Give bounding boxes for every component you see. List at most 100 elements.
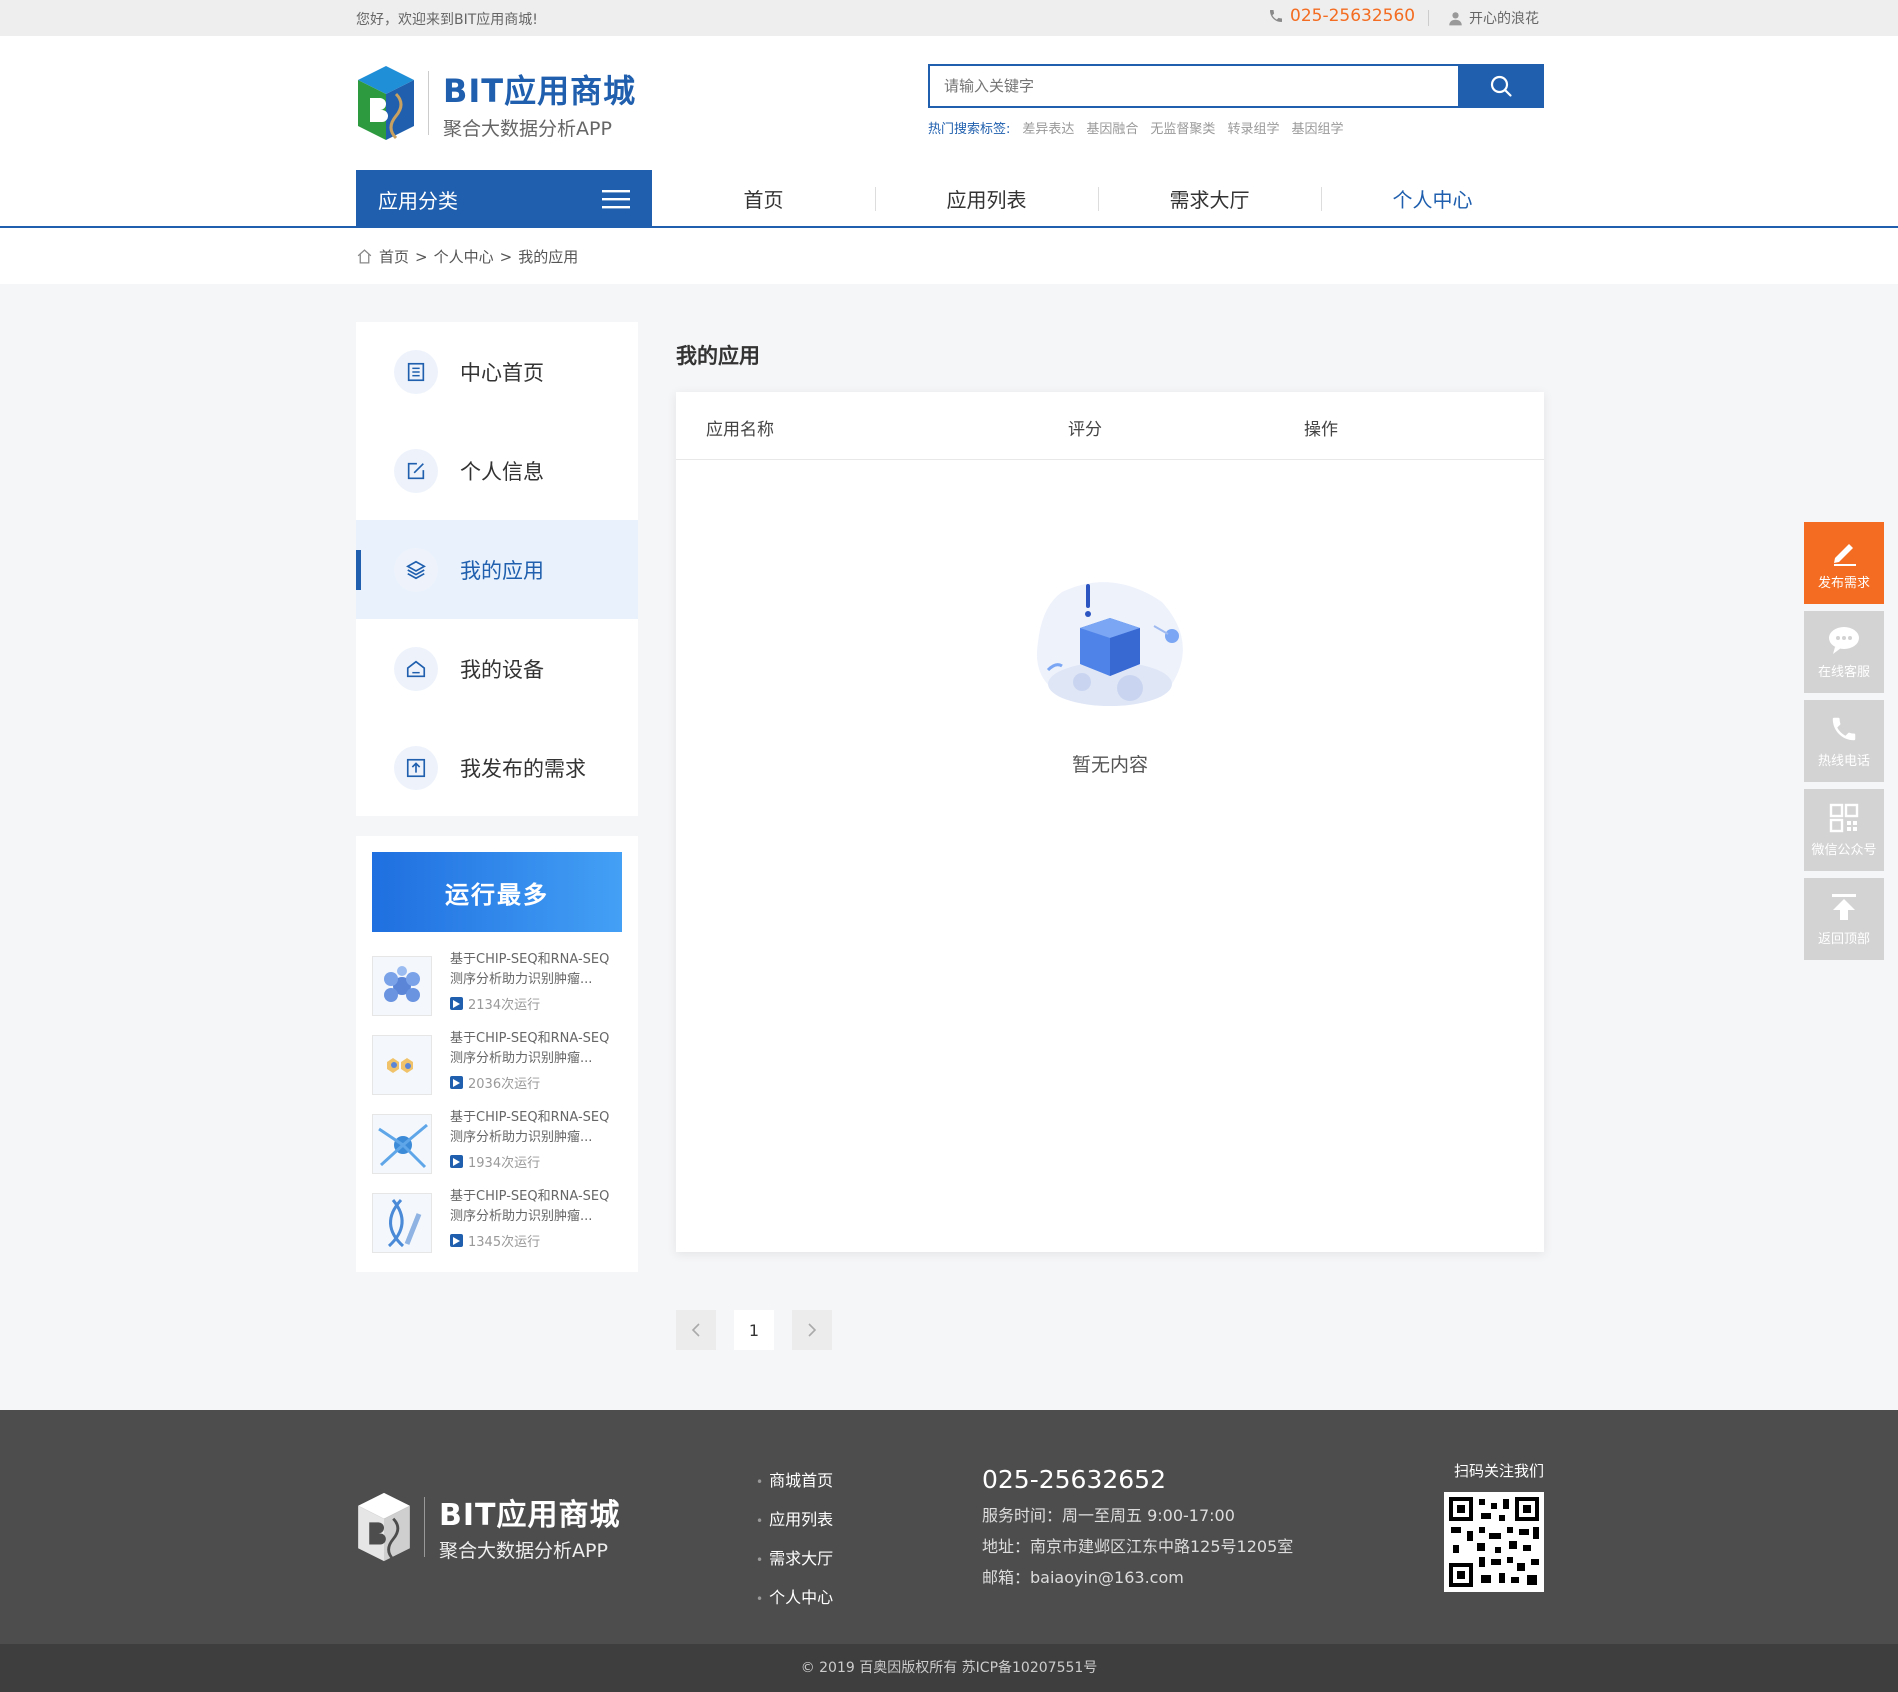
logo-divider xyxy=(428,71,429,135)
phone-call-icon xyxy=(1832,717,1856,740)
float-back-to-top-button[interactable]: 返回顶部 xyxy=(1804,878,1884,960)
brand-name: BIT应用商城 xyxy=(443,71,637,110)
float-hotline-button[interactable]: 热线电话 xyxy=(1804,700,1884,782)
column-app-name: 应用名称 xyxy=(706,420,774,440)
hot-tags-label: 热门搜索标签: xyxy=(928,122,1011,137)
home-icon xyxy=(357,249,372,264)
list-item[interactable]: 基于CHIP-SEQ和RNA-SEQ测序分析助力识别肿瘤... 1934次运行 xyxy=(372,1108,622,1178)
category-menu-button[interactable]: 应用分类 xyxy=(356,170,652,228)
page: 您好，欢迎来到BIT应用商城! 025-25632560 开心的浪花 BIT应用… xyxy=(0,0,1898,1692)
prev-page-button[interactable] xyxy=(676,1310,716,1350)
float-online-service-button[interactable]: 在线客服 xyxy=(1804,611,1884,693)
nav-item-user-center[interactable]: 个人中心 xyxy=(1321,170,1544,226)
sidebar-item-my-apps[interactable]: 我的应用 xyxy=(356,520,638,619)
footer-links: 商城首页 应用列表 需求大厅 个人中心 xyxy=(756,1462,833,1618)
empty-box-icon xyxy=(1036,582,1183,706)
edit-icon xyxy=(394,448,438,493)
footer-email: 邮箱：baiaoyin@163.com xyxy=(982,1568,1184,1587)
run-count: 1934次运行 xyxy=(450,1152,540,1171)
user-link[interactable]: 开心的浪花 xyxy=(1448,8,1539,28)
chevron-left-icon xyxy=(691,1323,700,1337)
breadcrumb-user-center[interactable]: 个人中心 xyxy=(434,246,494,267)
list-item[interactable]: 基于CHIP-SEQ和RNA-SEQ测序分析助力识别肿瘤... 1345次运行 xyxy=(372,1187,622,1257)
list-item[interactable]: 基于CHIP-SEQ和RNA-SEQ测序分析助力识别肿瘤... 2036次运行 xyxy=(372,1029,622,1099)
app-thumbnail xyxy=(372,1035,432,1095)
breadcrumb-separator: > xyxy=(415,247,428,266)
sidebar-item-label: 我发布的需求 xyxy=(460,756,586,781)
search-icon xyxy=(1490,75,1512,97)
apps-table: 应用名称 评分 操作 暂无内容 xyxy=(676,392,1544,1252)
column-actions: 操作 xyxy=(1304,420,1338,440)
sidebar-item-my-demands[interactable]: 我发布的需求 xyxy=(356,718,638,817)
list-icon xyxy=(394,349,438,394)
nav-items: 首页 应用列表 需求大厅 个人中心 xyxy=(652,170,1544,226)
hot-tags: 热门搜索标签: 差异表达 基因融合 无监督聚类 转录组学 基因组学 xyxy=(928,118,1343,137)
nav-item-demand-hall[interactable]: 需求大厅 xyxy=(1098,170,1321,226)
nav-item-app-list[interactable]: 应用列表 xyxy=(875,170,1098,226)
hot-tag[interactable]: 基因融合 xyxy=(1086,118,1138,137)
list-item[interactable]: 基于CHIP-SEQ和RNA-SEQ测序分析助力识别肿瘤... 2134次运行 xyxy=(372,950,622,1020)
search-button[interactable] xyxy=(1458,64,1544,108)
footer-contact: 025-25632652 服务时间：周一至周五 9:00-17:00 地址：南京… xyxy=(982,1462,1293,1593)
brand-tagline: 聚合大数据分析APP xyxy=(443,117,612,140)
sidebar-item-profile[interactable]: 个人信息 xyxy=(356,421,638,520)
hot-tag[interactable]: 转录组学 xyxy=(1227,118,1279,137)
play-icon xyxy=(450,1155,463,1168)
sidebar-item-my-devices[interactable]: 我的设备 xyxy=(356,619,638,718)
hot-tag[interactable]: 差异表达 xyxy=(1022,118,1074,137)
app-title: 基于CHIP-SEQ和RNA-SEQ测序分析助力识别肿瘤... xyxy=(450,1110,610,1145)
search-box xyxy=(928,64,1544,108)
footer-brand-tagline: 聚合大数据分析APP xyxy=(439,1540,608,1562)
footer-link-app-list[interactable]: 应用列表 xyxy=(756,1501,833,1540)
nav-item-home[interactable]: 首页 xyxy=(652,170,875,226)
app-thumbnail xyxy=(372,956,432,1016)
site-logo[interactable]: BIT应用商城 聚合大数据分析APP xyxy=(356,64,636,142)
footer-logo-mark-icon xyxy=(358,1492,410,1561)
hot-tag[interactable]: 基因组学 xyxy=(1291,118,1343,137)
float-label: 发布需求 xyxy=(1817,575,1870,591)
float-wechat-button[interactable]: 微信公众号 xyxy=(1804,789,1884,871)
logo-mark-icon xyxy=(358,66,414,140)
footer-link-home[interactable]: 商城首页 xyxy=(756,1462,833,1501)
run-count-text: 1345次运行 xyxy=(468,1235,541,1250)
footer-link-demand-hall[interactable]: 需求大厅 xyxy=(756,1540,833,1579)
sidebar-item-center-home[interactable]: 中心首页 xyxy=(356,322,638,421)
footer-brand-name: BIT应用商城 xyxy=(439,1498,621,1533)
copyright: © 2019 百奥因版权所有 苏ICP备10207551号 xyxy=(0,1644,1898,1692)
phone-icon xyxy=(1270,10,1282,22)
user-sidebar: 中心首页 个人信息 我的应用 我的设备 我发布的需求 xyxy=(356,322,638,816)
run-count: 1345次运行 xyxy=(450,1231,540,1250)
divider xyxy=(1428,10,1429,26)
username: 开心的浪花 xyxy=(1469,11,1539,27)
footer: BIT应用商城 聚合大数据分析APP 商城首页 应用列表 需求大厅 个人中心 0… xyxy=(0,1410,1898,1644)
layers-icon xyxy=(394,547,438,592)
footer-logo-divider xyxy=(424,1496,425,1557)
page-number-button[interactable]: 1 xyxy=(734,1310,774,1350)
run-count-text: 2134次运行 xyxy=(468,998,541,1013)
sidebar-item-label: 中心首页 xyxy=(460,360,544,385)
footer-link-user-center[interactable]: 个人中心 xyxy=(756,1579,833,1618)
breadcrumb-home[interactable]: 首页 xyxy=(379,246,409,267)
qr-label: 扫码关注我们 xyxy=(1453,1462,1544,1480)
chevron-right-icon xyxy=(808,1323,817,1337)
play-icon xyxy=(450,1076,463,1089)
app-title: 基于CHIP-SEQ和RNA-SEQ测序分析助力识别肿瘤... xyxy=(450,1031,610,1066)
play-icon xyxy=(450,1234,463,1247)
logo-text: BIT应用商城 聚合大数据分析APP xyxy=(443,66,636,141)
footer-logo[interactable]: BIT应用商城 聚合大数据分析APP xyxy=(356,1490,621,1563)
run-count-text: 1934次运行 xyxy=(468,1156,541,1171)
pen-icon xyxy=(1834,543,1856,566)
qr-code-icon xyxy=(1829,803,1859,832)
next-page-button[interactable] xyxy=(792,1310,832,1350)
breadcrumb: 首页 > 个人中心 > 我的应用 xyxy=(0,228,1898,284)
float-post-demand-button[interactable]: 发布需求 xyxy=(1804,522,1884,604)
hot-tag[interactable]: 无监督聚类 xyxy=(1150,118,1215,137)
sidebar-item-label: 我的应用 xyxy=(460,558,544,583)
upload-icon xyxy=(394,745,438,790)
category-label: 应用分类 xyxy=(378,188,458,213)
topbar-phone-number: 025-25632560 xyxy=(1290,6,1416,26)
search-input[interactable] xyxy=(928,64,1458,108)
app-thumbnail xyxy=(372,1193,432,1253)
welcome-text: 您好，欢迎来到BIT应用商城! xyxy=(356,12,538,28)
run-count: 2134次运行 xyxy=(450,994,540,1013)
